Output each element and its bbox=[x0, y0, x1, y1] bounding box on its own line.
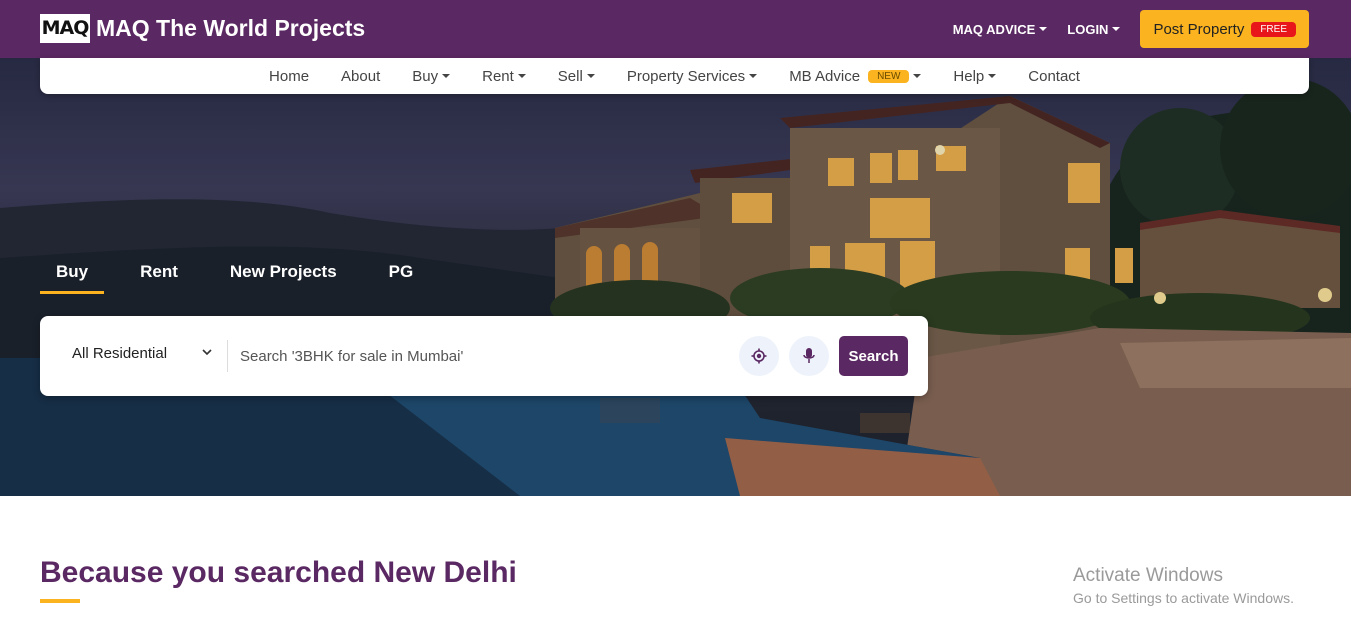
nav-mb-advice[interactable]: MB Advice NEW bbox=[789, 67, 922, 85]
tab-buy[interactable]: Buy bbox=[40, 256, 105, 294]
nav-about-label: About bbox=[341, 67, 381, 85]
nav-home-label: Home bbox=[269, 67, 310, 85]
microphone-icon bbox=[803, 348, 815, 363]
main-nav: Home About Buy Rent Sell Property Servic… bbox=[40, 58, 1309, 94]
login-dropdown[interactable]: LOGIN bbox=[1067, 21, 1121, 37]
divider bbox=[227, 340, 228, 372]
top-bar: MAQ MAQ The World Projects MAQ ADVICE LO… bbox=[0, 0, 1351, 58]
top-right-menu: MAQ ADVICE LOGIN Post Property FREE bbox=[953, 10, 1309, 48]
nav-property-services-label: Property Services bbox=[626, 67, 746, 85]
caret-down-icon bbox=[442, 74, 451, 78]
caret-down-icon bbox=[517, 74, 526, 78]
post-property-button[interactable]: Post Property FREE bbox=[1140, 10, 1309, 48]
nav-buy-label: Buy bbox=[412, 67, 439, 85]
caret-down-icon bbox=[988, 74, 997, 78]
maq-advice-label: MAQ ADVICE bbox=[952, 21, 1036, 37]
tab-pg[interactable]: PG bbox=[373, 256, 430, 294]
brand[interactable]: MAQ MAQ The World Projects bbox=[40, 14, 365, 43]
locate-button[interactable] bbox=[739, 336, 779, 376]
voice-search-button[interactable] bbox=[789, 336, 829, 376]
activate-windows-watermark: Activate Windows Go to Settings to activ… bbox=[1073, 565, 1294, 606]
chevron-down-icon[interactable] bbox=[202, 347, 212, 357]
nav-rent-label: Rent bbox=[482, 67, 514, 85]
crosshair-icon bbox=[751, 348, 767, 364]
nav-help[interactable]: Help bbox=[953, 67, 997, 85]
nav-about[interactable]: About bbox=[341, 68, 380, 85]
tab-rent[interactable]: Rent bbox=[124, 256, 194, 294]
free-badge: FREE bbox=[1251, 21, 1296, 37]
caret-down-icon bbox=[749, 74, 758, 78]
login-label: LOGIN bbox=[1067, 21, 1109, 37]
nav-home[interactable]: Home bbox=[269, 68, 309, 85]
section-underline bbox=[40, 599, 80, 603]
nav-contact[interactable]: Contact bbox=[1028, 68, 1080, 85]
property-type-select[interactable]: All Residential bbox=[72, 345, 167, 362]
nav-buy[interactable]: Buy bbox=[412, 67, 451, 85]
new-badge: NEW bbox=[868, 69, 910, 83]
brand-name[interactable]: MAQ The World Projects bbox=[96, 15, 365, 42]
nav-mb-advice-label: MB Advice bbox=[789, 67, 861, 85]
nav-sell[interactable]: Sell bbox=[558, 68, 595, 85]
post-property-label: Post Property bbox=[1153, 20, 1245, 38]
search-button[interactable]: Search bbox=[839, 336, 908, 376]
search-card: All Residential Search bbox=[40, 316, 928, 396]
nav-rent[interactable]: Rent bbox=[482, 68, 526, 85]
nav-help-label: Help bbox=[953, 67, 985, 85]
nav-property-services[interactable]: Property Services bbox=[626, 67, 758, 85]
activate-windows-subtitle: Go to Settings to activate Windows. bbox=[1073, 590, 1294, 606]
section-title: Because you searched New Delhi bbox=[40, 556, 517, 589]
search-input[interactable] bbox=[240, 340, 730, 372]
caret-down-icon bbox=[586, 74, 595, 78]
caret-down-icon bbox=[913, 74, 922, 78]
activate-windows-title: Activate Windows bbox=[1073, 565, 1223, 586]
caret-down-icon bbox=[1039, 27, 1048, 31]
nav-sell-label: Sell bbox=[557, 67, 583, 85]
search-tabs: Buy Rent New Projects PG bbox=[40, 256, 449, 294]
tab-new-projects[interactable]: New Projects bbox=[214, 256, 353, 294]
nav-contact-label: Contact bbox=[1028, 67, 1080, 85]
maq-advice-dropdown[interactable]: MAQ ADVICE bbox=[953, 22, 1048, 37]
brand-logo[interactable]: MAQ bbox=[40, 14, 90, 43]
caret-down-icon bbox=[1112, 27, 1121, 31]
